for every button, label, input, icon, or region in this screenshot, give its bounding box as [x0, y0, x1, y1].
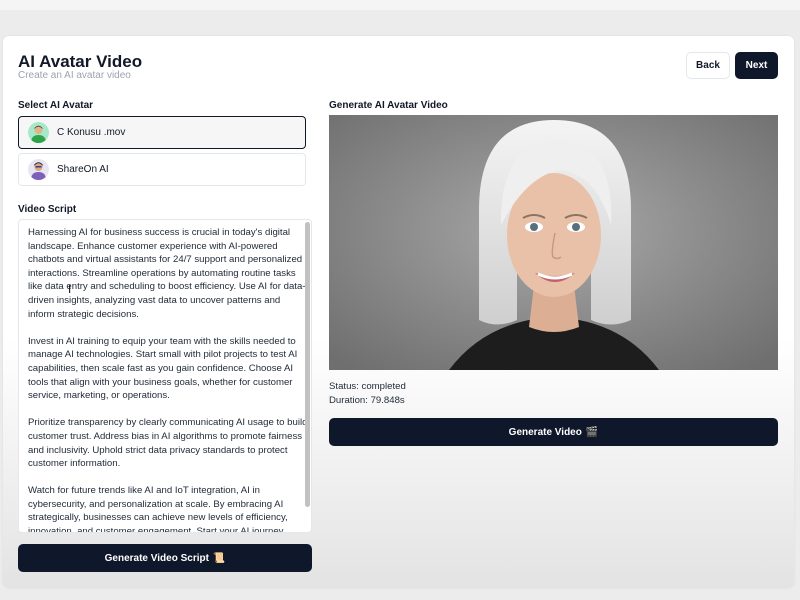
top-bar [0, 0, 800, 10]
next-button[interactable]: Next [735, 52, 778, 79]
script-paragraph: Watch for future trends like AI and IoT … [28, 485, 288, 533]
avatar-thumbnail [28, 159, 49, 180]
avatar-name: C Konusu .mov [57, 127, 126, 138]
page-title: AI Avatar Video [18, 52, 143, 71]
select-avatar-label: Select AI Avatar [18, 100, 94, 111]
video-script-textarea[interactable]: Harnessing AI for business success is cr… [18, 219, 312, 533]
back-button[interactable]: Back [686, 52, 730, 79]
script-paragraph: Harnessing AI for business success is cr… [28, 227, 306, 320]
script-paragraph: Prioritize transparency by clearly commu… [28, 417, 308, 470]
scroll-icon: 📜 [212, 552, 226, 564]
avatar-video-preview[interactable] [329, 115, 778, 370]
generate-avatar-video-label: Generate AI Avatar Video [329, 100, 448, 111]
script-text: Harnessing AI for business success is cr… [28, 226, 308, 533]
video-status: Status: completed [329, 381, 406, 392]
avatar-name: ShareOn AI [57, 164, 109, 175]
avatar-option-c-konusu[interactable]: C Konusu .mov [18, 116, 306, 149]
text-cursor-icon: Ⅰ [68, 284, 72, 296]
avatar-option-shareon-ai[interactable]: ShareOn AI [18, 153, 306, 186]
video-script-label: Video Script [18, 204, 77, 215]
generate-video-label: Generate Video [508, 426, 582, 438]
page-subtitle: Create an AI avatar video [18, 70, 131, 81]
script-paragraph: Invest in AI training to equip your team… [28, 335, 298, 402]
clapperboard-icon: 🎬 [585, 426, 599, 438]
avatar-thumbnail [28, 122, 49, 143]
generate-video-script-button[interactable]: Generate Video Script 📜 [18, 544, 312, 572]
generate-video-button[interactable]: Generate Video 🎬 [329, 418, 778, 446]
generate-script-label: Generate Video Script [104, 552, 209, 564]
script-scrollbar[interactable] [305, 222, 310, 507]
video-duration: Duration: 79.848s [329, 395, 405, 406]
